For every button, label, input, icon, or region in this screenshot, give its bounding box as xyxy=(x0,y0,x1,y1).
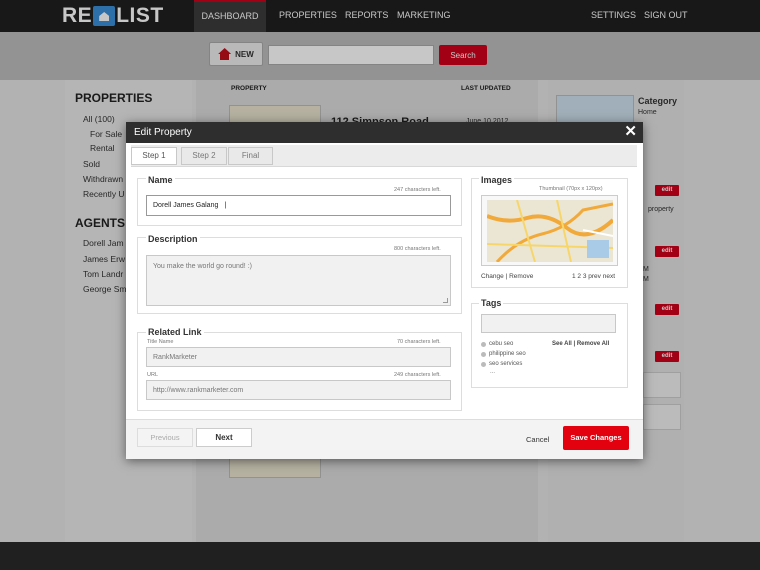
remove-all-tags-link[interactable]: Remove All xyxy=(577,341,609,347)
save-changes-button[interactable]: Save Changes xyxy=(563,426,629,450)
tag-bullet-icon xyxy=(481,351,486,357)
image-pager[interactable]: 1 2 3 prev next xyxy=(572,273,615,280)
next-button[interactable]: Next xyxy=(196,428,252,447)
url-char-count: 249 characters left. xyxy=(394,372,441,378)
tab-step-1[interactable]: Step 1 xyxy=(131,147,177,165)
image-thumbnail-frame[interactable] xyxy=(481,195,618,266)
images-section-title: Images xyxy=(479,175,515,185)
title-name-label: Title Name xyxy=(147,339,174,345)
tag-item[interactable]: cebu seo xyxy=(481,341,513,347)
more-tags-indicator: ... xyxy=(490,369,496,375)
tab-final[interactable]: Final xyxy=(228,147,273,165)
tag-label: seo services xyxy=(489,361,523,367)
see-all-tags-link[interactable]: See All xyxy=(552,341,572,347)
image-actions: Change | Remove xyxy=(481,273,533,280)
map-image xyxy=(487,200,613,262)
modal-header: Edit Property ✕ xyxy=(126,122,643,143)
title-name-input[interactable]: RankMarketer xyxy=(146,347,451,367)
tag-bullet-icon xyxy=(481,361,486,367)
description-char-count: 800 characters left. xyxy=(394,246,441,252)
step-tabs: Step 1 Step 2 Final xyxy=(131,145,637,167)
name-char-count: 247 characters left. xyxy=(394,187,441,193)
title-name-char-count: 70 characters left. xyxy=(397,339,441,345)
related-link-section-title: Related Link xyxy=(146,327,204,337)
modal-title: Edit Property xyxy=(134,127,192,138)
change-image-link[interactable]: Change xyxy=(481,273,504,280)
name-input-value: Dorell James Galang xyxy=(153,202,219,209)
close-icon[interactable]: ✕ xyxy=(624,123,637,141)
tab-step-2[interactable]: Step 2 xyxy=(181,147,227,165)
remove-image-link[interactable]: Remove xyxy=(509,273,533,280)
tag-label: philippine seo xyxy=(489,351,526,357)
description-textarea[interactable]: You make the world go round! :) xyxy=(146,255,451,306)
tags-input[interactable] xyxy=(481,314,616,333)
url-input[interactable]: http://www.rankmarketer.com xyxy=(146,380,451,400)
previous-button[interactable]: Previous xyxy=(137,428,193,447)
description-placeholder: You make the world go round! :) xyxy=(153,263,252,270)
name-input[interactable]: Dorell James Galang | xyxy=(146,195,451,216)
thumbnail-size-hint: Thumbnail (70px x 120px) xyxy=(539,186,603,192)
description-section-title: Description xyxy=(146,234,200,244)
tags-section-title: Tags xyxy=(479,298,504,308)
url-label: URL xyxy=(147,372,159,378)
cancel-button[interactable]: Cancel xyxy=(526,435,549,444)
tag-bullet-icon xyxy=(481,341,486,347)
resize-handle-icon[interactable] xyxy=(443,298,448,303)
tag-label: cebu seo xyxy=(489,341,514,347)
name-section-title: Name xyxy=(146,175,175,185)
edit-property-modal: Edit Property ✕ Step 1 Step 2 Final Name… xyxy=(126,122,643,459)
text-cursor: | xyxy=(224,202,227,209)
tag-item[interactable]: seo services xyxy=(481,361,522,367)
tag-actions: See All | Remove All xyxy=(552,341,610,347)
image-action-separator: | xyxy=(505,273,508,280)
tag-item[interactable]: philippine seo xyxy=(481,351,526,357)
